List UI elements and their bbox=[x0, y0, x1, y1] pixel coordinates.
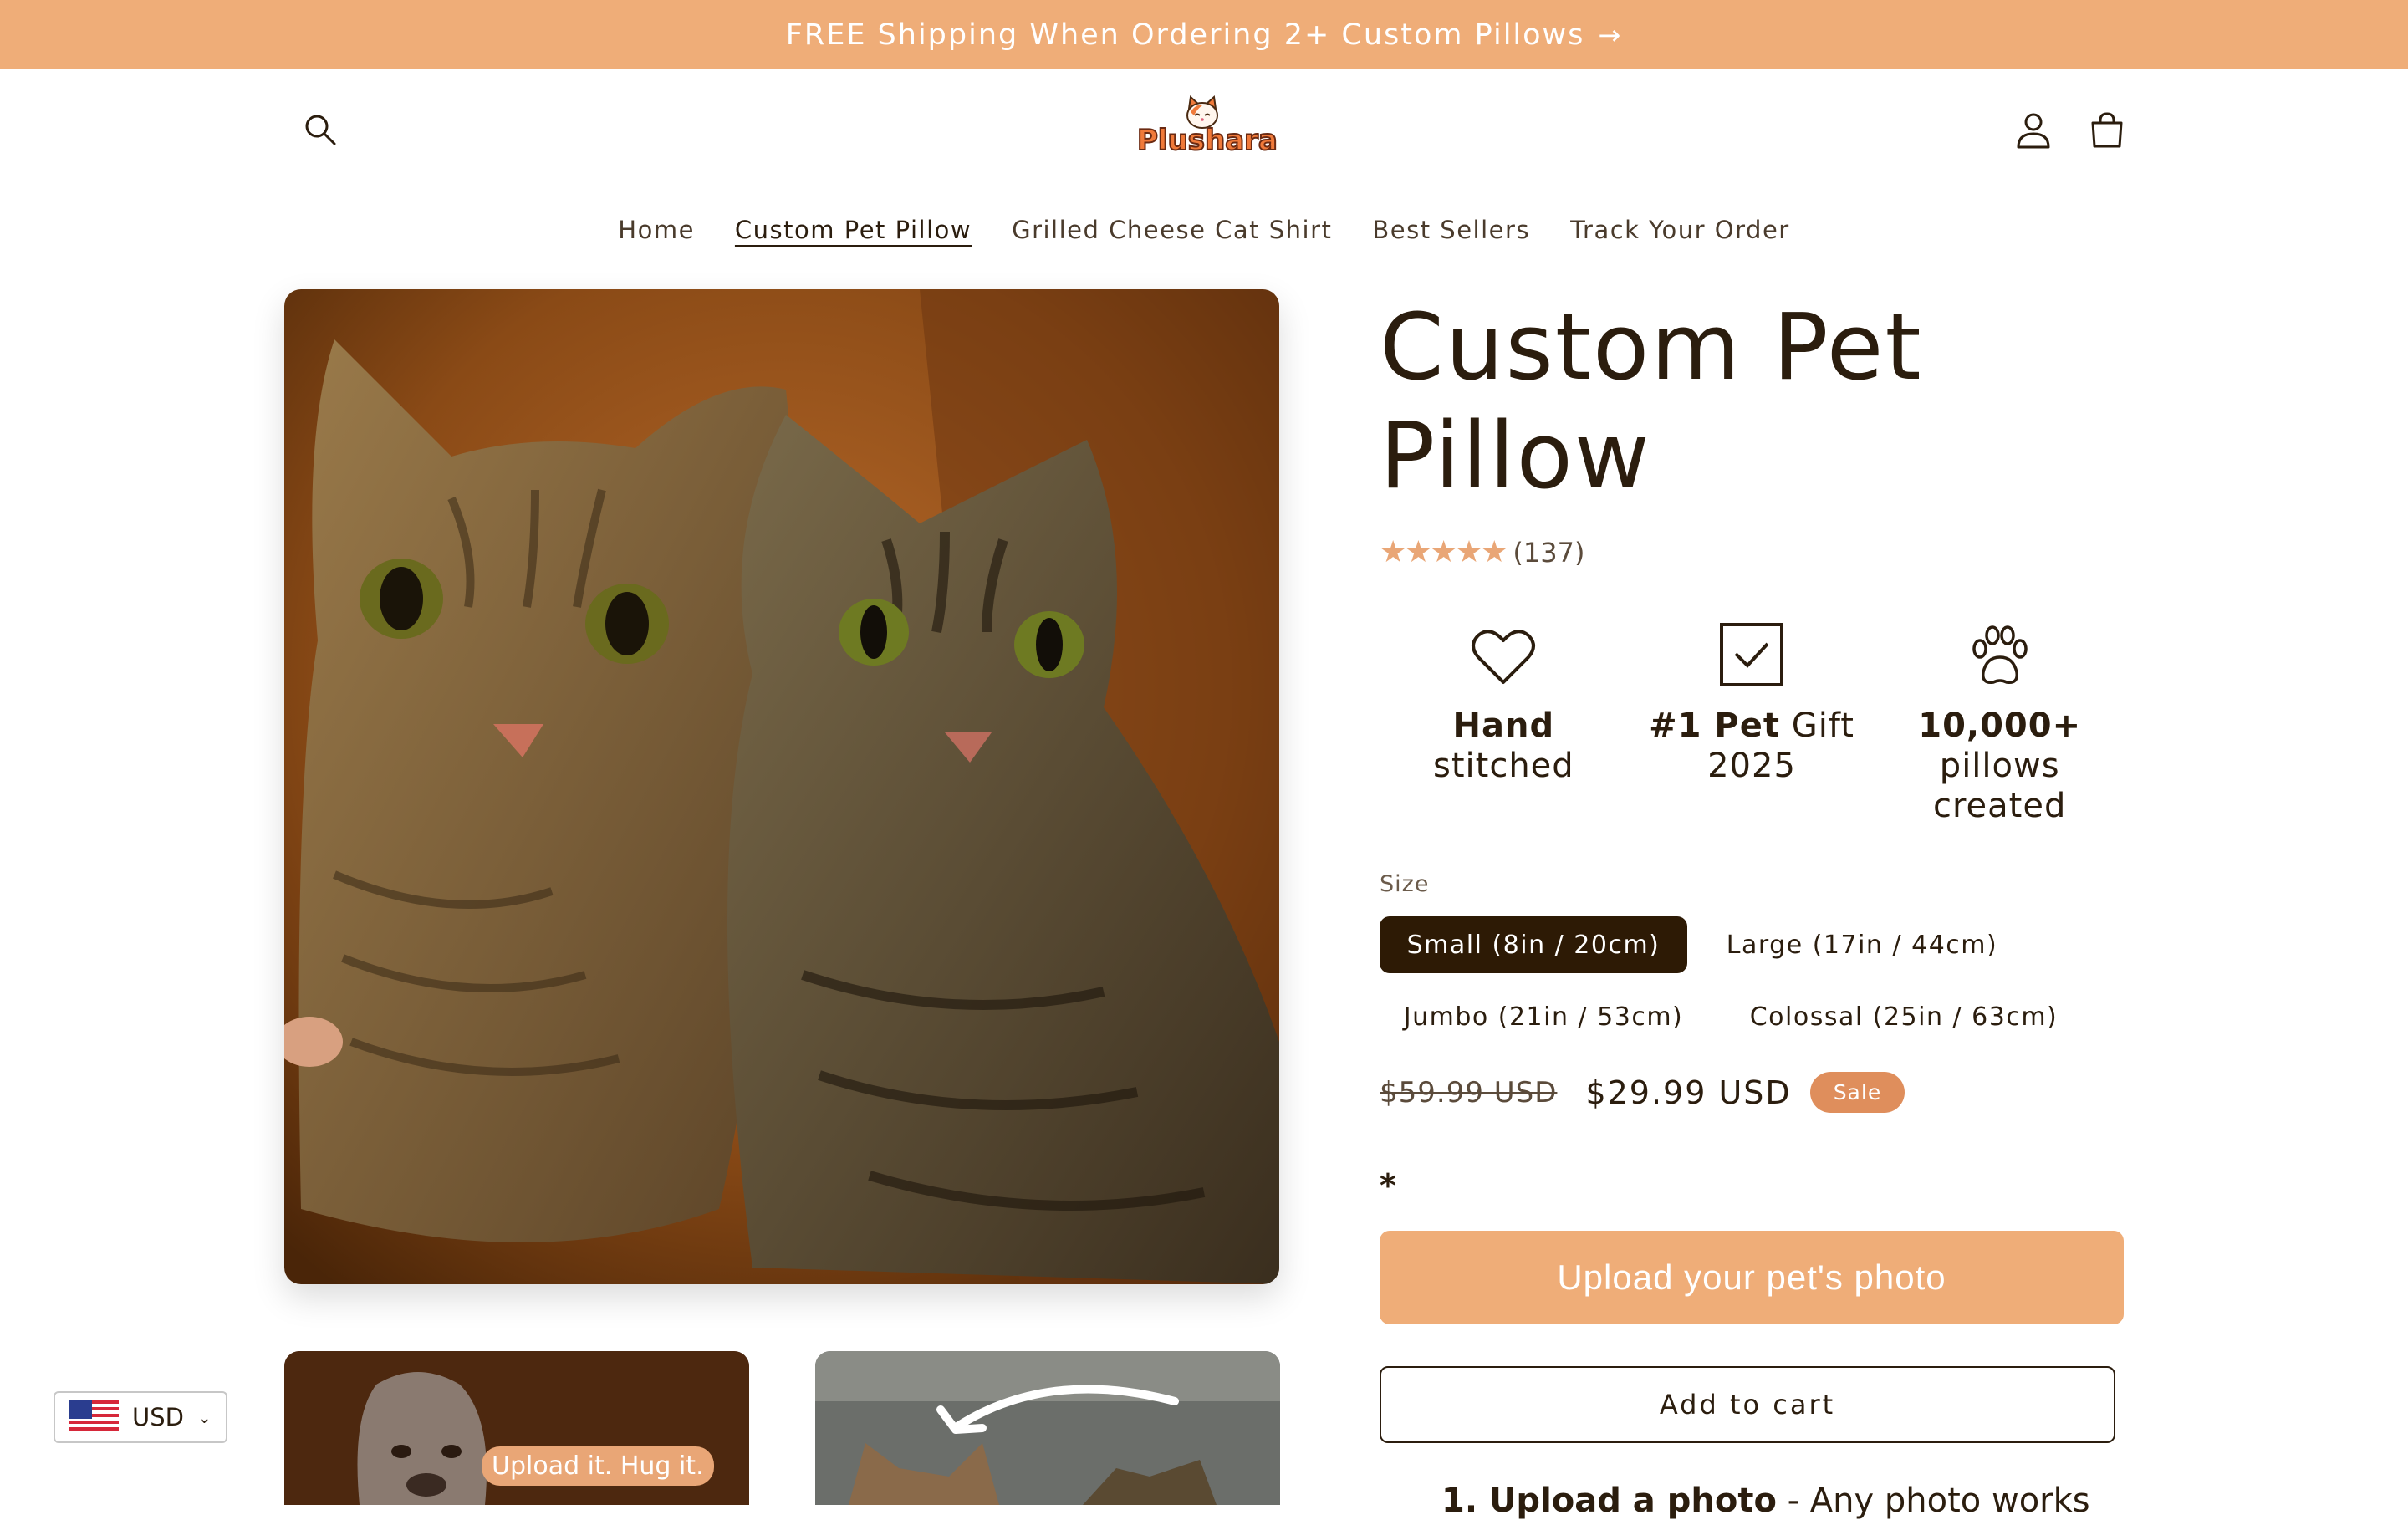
step-1-title: 1. Upload a photo bbox=[1441, 1482, 1777, 1520]
feature-bold: 10,000+ bbox=[1918, 706, 2082, 745]
add-to-cart-button[interactable]: Add to cart bbox=[1380, 1366, 2115, 1443]
feature-highlights: Hand stitched #1 Pet Gift 2025 10,000+ p… bbox=[1380, 615, 2124, 826]
logo[interactable]: Plushara bbox=[1136, 94, 1278, 161]
nav-item-custom-pet-pillow[interactable]: Custom Pet Pillow bbox=[735, 216, 972, 244]
nav-item-home[interactable]: Home bbox=[618, 216, 695, 244]
feature-top-pet-gift: #1 Pet Gift 2025 bbox=[1628, 615, 1876, 826]
us-flag-icon bbox=[69, 1400, 119, 1434]
thumbnail-caption: Upload it. Hug it. bbox=[482, 1446, 714, 1486]
chevron-down-icon: ⌄ bbox=[196, 1407, 212, 1427]
nav-item-best-sellers[interactable]: Best Sellers bbox=[1372, 216, 1530, 244]
size-option-small[interactable]: Small (8in / 20cm) bbox=[1380, 916, 1687, 973]
feature-pillows-created: 10,000+ pillows created bbox=[1875, 615, 2124, 826]
review-count: (137) bbox=[1513, 536, 1585, 569]
upload-photo-button[interactable]: Upload your pet's photo bbox=[1380, 1231, 2124, 1324]
step-1-desc: - Any photo works bbox=[1787, 1482, 2090, 1520]
search-icon bbox=[305, 115, 336, 145]
sale-price: $29.99 USD bbox=[1585, 1074, 1792, 1111]
thumbnail-cats[interactable] bbox=[815, 1351, 1280, 1505]
main-nav: Home Custom Pet Pillow Grilled Cheese Ca… bbox=[0, 216, 2408, 244]
cart-button[interactable] bbox=[2084, 107, 2130, 154]
thumbnail-dog[interactable]: Upload it. Hug it. bbox=[284, 1351, 749, 1505]
feature-text: stitched bbox=[1433, 747, 1574, 785]
feature-text-inline: Gift bbox=[1791, 706, 1854, 745]
nav-item-grilled-cheese-cat-shirt[interactable]: Grilled Cheese Cat Shirt bbox=[1012, 216, 1332, 244]
size-option-colossal[interactable]: Colossal (25in / 63cm) bbox=[1742, 988, 2065, 1045]
announcement-text: FREE Shipping When Ordering 2+ Custom Pi… bbox=[785, 18, 1585, 52]
feature-bold: Hand bbox=[1452, 706, 1555, 745]
checkbox-icon bbox=[1720, 623, 1783, 686]
product-title: Custom Pet Pillow bbox=[1380, 293, 1923, 509]
step-1-text: 1. Upload a photo - Any photo works bbox=[1441, 1482, 2090, 1520]
required-marker: * bbox=[1380, 1167, 1396, 1204]
user-icon bbox=[2017, 113, 2050, 149]
feature-text-2: created bbox=[1932, 787, 2067, 825]
feature-text: 2025 bbox=[1707, 747, 1796, 785]
product-rating[interactable]: ★★★★★ (137) bbox=[1380, 535, 1584, 569]
sale-badge: Sale bbox=[1809, 1072, 1905, 1113]
account-button[interactable] bbox=[2010, 107, 2057, 154]
size-label: Size bbox=[1380, 871, 1430, 897]
compare-at-price: $59.99 USD bbox=[1380, 1075, 1558, 1109]
size-option-jumbo[interactable]: Jumbo (21in / 53cm) bbox=[1380, 988, 1707, 1045]
nav-item-track-your-order[interactable]: Track Your Order bbox=[1570, 216, 1790, 244]
feature-bold: #1 Pet bbox=[1649, 706, 1780, 745]
paw-icon bbox=[1972, 625, 2028, 684]
star-rating-icon: ★★★★★ bbox=[1380, 535, 1508, 569]
main-product-image[interactable] bbox=[284, 289, 1279, 1284]
currency-selector[interactable]: USD ⌄ bbox=[54, 1391, 227, 1443]
arrow-right-icon: → bbox=[1598, 18, 1623, 51]
cats-couch-photo bbox=[815, 1351, 1280, 1505]
search-button[interactable] bbox=[299, 109, 341, 150]
feature-text: pillows bbox=[1939, 747, 2060, 785]
cat-pillows-photo bbox=[284, 289, 1279, 1284]
logo-wordmark: Plushara bbox=[1136, 123, 1278, 158]
price-block: $59.99 USD $29.99 USD Sale bbox=[1380, 1072, 1905, 1113]
currency-code: USD bbox=[132, 1403, 184, 1431]
announcement-bar[interactable]: FREE Shipping When Ordering 2+ Custom Pi… bbox=[0, 0, 2408, 69]
heart-icon bbox=[1472, 630, 1536, 684]
size-option-large[interactable]: Large (17in / 44cm) bbox=[1722, 916, 2002, 973]
feature-hand-stitched: Hand stitched bbox=[1380, 615, 1628, 826]
shopping-bag-icon bbox=[2091, 112, 2123, 148]
